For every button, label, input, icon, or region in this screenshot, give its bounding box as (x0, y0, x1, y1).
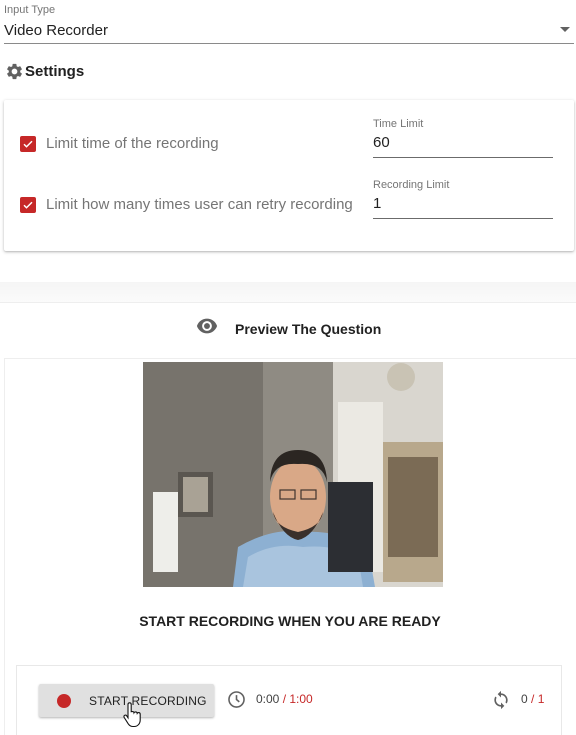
limit-time-checkbox[interactable] (20, 135, 36, 152)
check-icon (23, 201, 33, 209)
limit-retry-checkbox[interactable] (20, 196, 36, 213)
section-divider (0, 282, 576, 302)
start-recording-label: START RECORDING (89, 693, 207, 708)
eye-icon (196, 318, 218, 334)
limit-retry-option[interactable]: Limit how many times user can retry reco… (20, 196, 353, 213)
input-type-select[interactable]: Input Type Video Recorder (4, 4, 574, 44)
retry-limit-display: / 1 (527, 692, 545, 706)
retries-used: 0 (521, 692, 528, 706)
limit-time-label: Limit time of the recording (46, 135, 219, 152)
settings-card: Limit time of the recording Time Limit 6… (4, 100, 574, 251)
input-type-label: Input Type (4, 4, 56, 16)
time-limit-label: Time Limit (373, 118, 424, 130)
recording-timer: 0:00 / 1:00 (256, 692, 313, 706)
clock-icon (228, 691, 245, 708)
limit-time-option[interactable]: Limit time of the recording (20, 135, 219, 152)
webcam-frame-image (143, 362, 443, 587)
hand-cursor-icon (123, 702, 141, 728)
check-icon (23, 140, 33, 148)
time-limit-value: 60 (373, 134, 390, 151)
recording-limit-value: 1 (373, 195, 382, 212)
time-limit-field[interactable]: Time Limit 60 (373, 118, 553, 158)
recording-limit-field[interactable]: Recording Limit 1 (373, 179, 553, 219)
record-dot-icon (57, 693, 71, 708)
settings-header: Settings (5, 62, 84, 81)
repeat-icon (494, 690, 508, 710)
elapsed-time: 0:00 (256, 692, 280, 706)
time-limit-display: / 1:00 (279, 692, 313, 706)
recording-limit-label: Recording Limit (373, 179, 450, 191)
preview-title: Preview The Question (235, 321, 382, 337)
gear-icon (7, 63, 22, 80)
limit-retry-label: Limit how many times user can retry reco… (46, 196, 353, 213)
record-prompt: START RECORDING WHEN YOU ARE READY (139, 613, 441, 629)
video-preview (143, 362, 443, 587)
settings-title: Settings (25, 63, 85, 80)
retry-counter: 0 / 1 (521, 692, 544, 706)
input-type-value: Video Recorder (4, 22, 108, 39)
dropdown-arrow-icon[interactable] (560, 27, 570, 32)
preview-header: Preview The Question (0, 302, 576, 358)
